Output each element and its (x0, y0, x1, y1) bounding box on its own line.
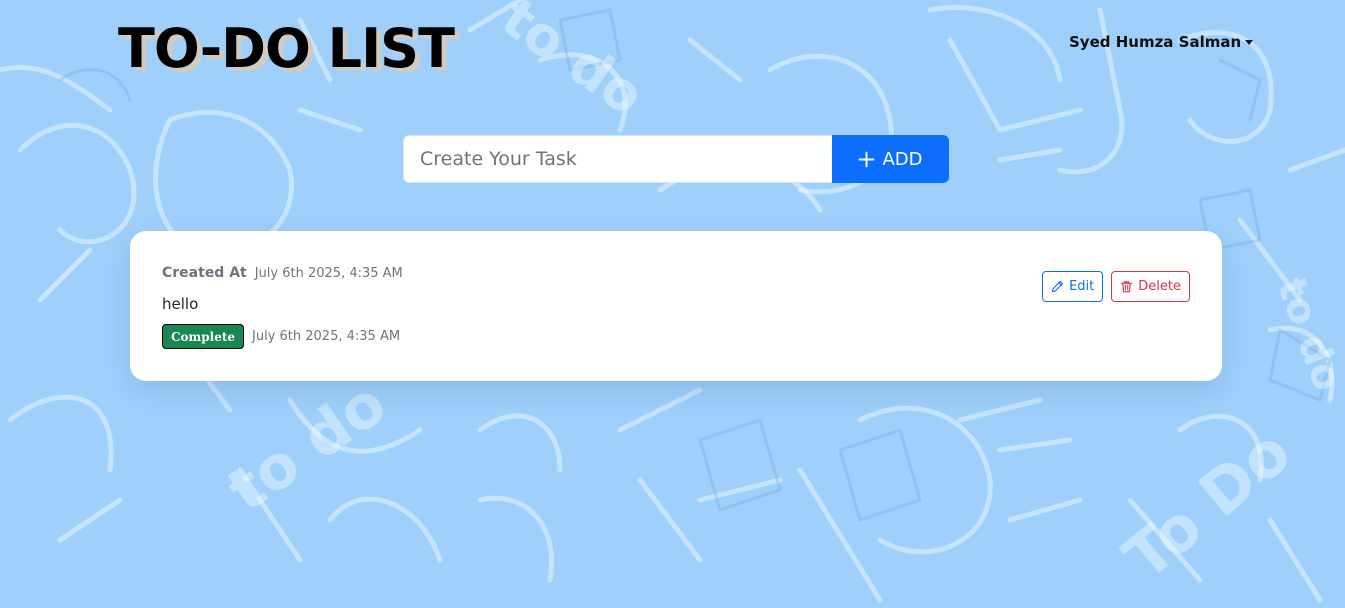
svg-text:to do: to do (1268, 272, 1345, 397)
status-row: Complete July 6th 2025, 4:35 AM (162, 324, 400, 349)
task-text: hello (162, 295, 199, 313)
plus-icon (858, 151, 875, 168)
created-timestamp: July 6th 2025, 4:35 AM (254, 266, 403, 281)
delete-button[interactable]: Delete (1111, 271, 1190, 302)
edit-button-label: Edit (1069, 279, 1095, 294)
created-label: Created At (162, 265, 247, 281)
status-badge: Complete (162, 324, 245, 349)
pencil-icon (1051, 280, 1064, 293)
add-button-label: ADD (882, 148, 923, 170)
add-button[interactable]: ADD (832, 135, 949, 183)
task-input[interactable] (403, 135, 832, 183)
svg-text:to do: to do (215, 368, 398, 526)
task-card: Created At July 6th 2025, 4:35 AM hello … (130, 231, 1222, 381)
edit-button[interactable]: Edit (1042, 271, 1104, 302)
user-name: Syed Humza Salman (1069, 33, 1242, 51)
trash-icon (1120, 280, 1133, 293)
created-row: Created At July 6th 2025, 4:35 AM (162, 265, 403, 281)
task-actions: Edit Delete (1042, 271, 1190, 302)
page-title: TO-DO LIST (118, 17, 455, 80)
status-timestamp: July 6th 2025, 4:35 AM (252, 329, 401, 344)
task-form: ADD (403, 135, 949, 183)
caret-down-icon (1245, 40, 1254, 45)
svg-text:to do: to do (490, 0, 655, 128)
svg-text:To Do: To Do (1110, 415, 1304, 595)
delete-button-label: Delete (1138, 279, 1181, 294)
user-menu[interactable]: Syed Humza Salman (1069, 33, 1254, 51)
